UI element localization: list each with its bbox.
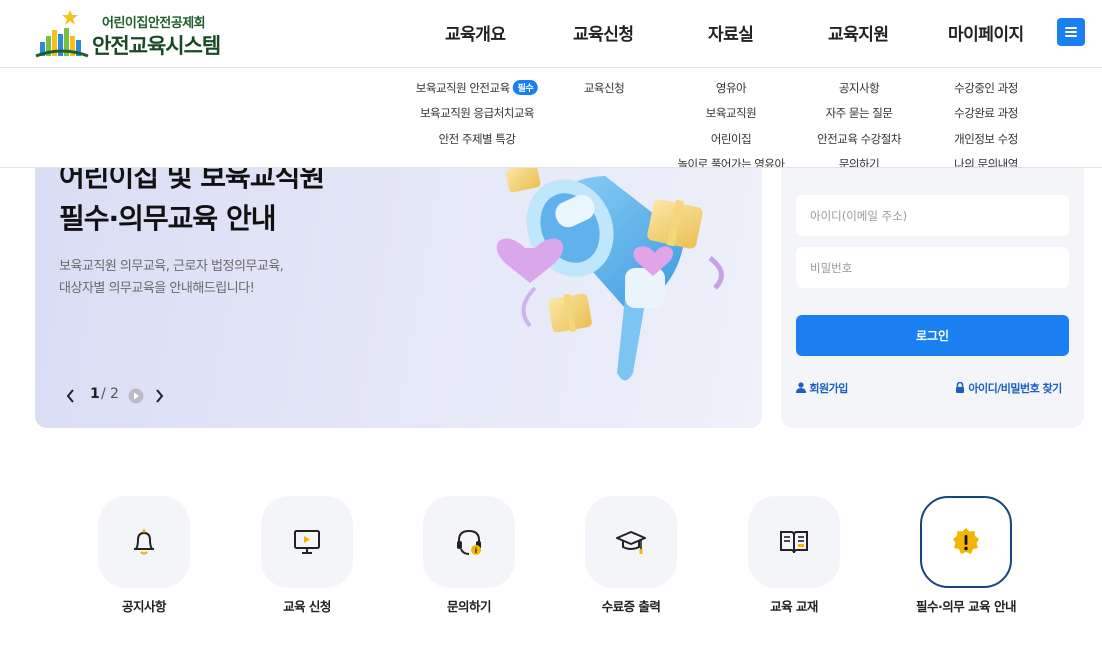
chevron-right-icon[interactable] — [153, 388, 165, 404]
graduation-cap-icon — [616, 531, 646, 554]
hero-description: 보육교직원 의무교육, 근로자 법정의무교육, 대상자별 의무교육을 안내해드립… — [59, 259, 284, 296]
hamburger-menu-button[interactable] — [1057, 18, 1085, 46]
submenu-teachers[interactable]: 보육교직원 — [706, 105, 757, 121]
required-badge: 필수 — [512, 80, 539, 95]
page-current: 1 — [90, 386, 100, 402]
mega-dropdown: 보육교직원 안전교육 필수 보육교직원 응급처치교육 안전 주제별 특강 교육신청… — [0, 68, 1102, 168]
nav-mypage[interactable]: 마이페이지 — [948, 20, 1024, 45]
user-icon — [796, 382, 806, 393]
submenu-first-aid-education[interactable]: 보육교직원 응급처치교육 — [420, 105, 535, 121]
quick-link-inquiry[interactable]: i 문의하기 — [423, 496, 515, 614]
submenu-special-lecture[interactable]: 안전 주제별 특강 — [439, 131, 516, 147]
submenu-edit-profile[interactable]: 개인정보 수정 — [954, 131, 1018, 147]
svg-text:i: i — [475, 547, 477, 555]
alert-icon — [953, 528, 979, 554]
book-icon — [780, 531, 808, 554]
play-icon[interactable] — [128, 388, 144, 404]
hero-title: 어린이집 및 보육교직원 필수·의무교육 안내 — [59, 160, 325, 235]
submenu-play-infants[interactable]: 놀이로 풀어가는 영유아 — [677, 156, 785, 167]
find-account-link[interactable]: 아이디/비밀번호 찾기 — [955, 380, 1062, 396]
password-field[interactable] — [796, 247, 1069, 288]
submenu-my-inquiries[interactable]: 나의 문의내역 — [954, 156, 1018, 167]
login-button[interactable]: 로그인 — [796, 315, 1069, 356]
nav-support[interactable]: 교육지원 — [828, 20, 889, 45]
hero-banner[interactable]: 어린이집 및 보육교직원 필수·의무교육 안내 보육교직원 의무교육, 근로자 … — [35, 130, 762, 428]
submenu-courses-completed[interactable]: 수강완료 과정 — [954, 105, 1018, 121]
monitor-icon — [294, 530, 320, 554]
login-panel: 로그인 회원가입 아이디/비밀번호 찾기 — [781, 130, 1084, 428]
submenu-inquiry[interactable]: 문의하기 — [839, 156, 880, 167]
submenu-apply[interactable]: 교육신청 — [584, 80, 625, 96]
headset-icon: i — [457, 529, 481, 555]
submenu-course-procedure[interactable]: 안전교육 수강절차 — [817, 131, 901, 147]
bell-icon — [134, 529, 154, 555]
nav-overview[interactable]: 교육개요 — [445, 20, 506, 45]
nav-library[interactable]: 자료실 — [708, 20, 754, 45]
quick-link-certificate[interactable]: 수료증 출력 — [585, 496, 677, 614]
quick-link-textbook[interactable]: 교육 교재 — [748, 496, 840, 614]
quick-link-notices[interactable]: 공지사항 — [98, 496, 190, 614]
submenu-safety-education[interactable]: 보육교직원 안전교육 필수 — [416, 80, 539, 96]
site-header: 어린이집안전공제회 안전교육시스템 교육개요 교육신청 자료실 교육지원 마이페… — [0, 0, 1102, 68]
logo-mark-icon — [35, 10, 89, 58]
submenu-faq[interactable]: 자주 묻는 질문 — [826, 105, 893, 121]
nav-apply[interactable]: 교육신청 — [573, 20, 634, 45]
quick-link-required-education[interactable]: 필수·의무 교육 안내 — [916, 496, 1016, 614]
chevron-left-icon[interactable] — [65, 388, 77, 404]
hamburger-icon — [1065, 27, 1077, 29]
email-field[interactable] — [796, 195, 1069, 236]
brand-title: 안전교육시스템 — [92, 34, 221, 58]
submenu-notices[interactable]: 공지사항 — [839, 80, 880, 96]
megaphone-illustration-icon — [496, 163, 724, 381]
submenu-daycare[interactable]: 어린이집 — [711, 131, 752, 147]
brand-subtitle: 어린이집안전공제회 — [102, 16, 206, 31]
site-logo[interactable]: 어린이집안전공제회 안전교육시스템 — [34, 6, 244, 62]
page-total: 2 — [110, 386, 119, 402]
quick-link-apply[interactable]: 교육 신청 — [261, 496, 353, 614]
submenu-courses-in-progress[interactable]: 수강중인 과정 — [954, 80, 1018, 96]
lock-icon — [956, 381, 964, 393]
signup-link[interactable]: 회원가입 — [796, 380, 848, 396]
submenu-infants[interactable]: 영유아 — [716, 80, 747, 96]
